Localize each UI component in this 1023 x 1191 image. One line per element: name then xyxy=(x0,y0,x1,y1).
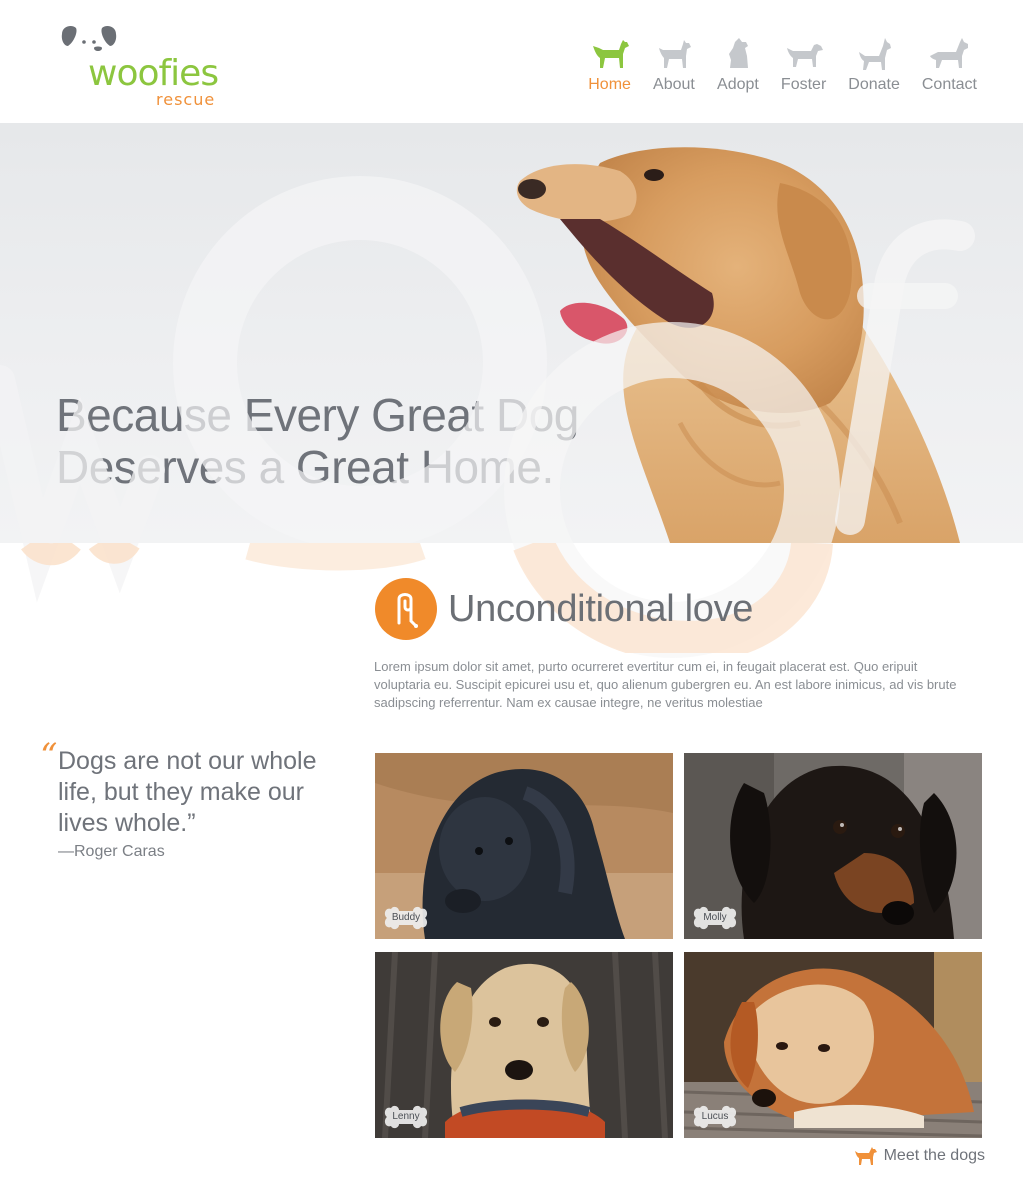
leash-icon xyxy=(375,578,437,640)
logo[interactable]: woofies rescue xyxy=(56,22,226,112)
nav-item-contact[interactable]: Contact xyxy=(922,34,977,94)
nav-item-adopt[interactable]: Adopt xyxy=(717,34,759,94)
nav-label: Home xyxy=(588,76,631,93)
main-nav: Home About Adopt Foster Donate Contact xyxy=(566,34,977,94)
dog-standing-icon xyxy=(859,38,892,70)
name-tag: Lucus xyxy=(692,1104,738,1130)
dog-card-buddy[interactable]: Buddy xyxy=(375,753,673,939)
nav-label: Adopt xyxy=(717,76,759,93)
section-body: Lorem ipsum dolor sit amet, purto ocurre… xyxy=(374,659,957,710)
hero-title-line1: Because Every Great Dog xyxy=(56,389,579,441)
hero-title: Because Every Great Dog Deserves a Great… xyxy=(56,389,616,493)
dog-name: Lenny xyxy=(392,1111,420,1122)
section-title: Unconditional love xyxy=(448,588,754,630)
quote-mark: “ xyxy=(40,736,58,776)
dog-sitting-icon xyxy=(728,38,748,68)
meet-the-dogs-link[interactable]: Meet the dogs xyxy=(854,1145,985,1167)
hero-title-line2: Deserves a Great Home. xyxy=(56,441,554,493)
quote-text: Dogs are not our whole life, but they ma… xyxy=(58,747,317,837)
dog-standing-icon xyxy=(592,40,629,68)
nav-label: Foster xyxy=(780,76,827,93)
name-tag: Buddy xyxy=(383,905,429,931)
nav-label: Donate xyxy=(848,76,900,93)
name-tag: Molly xyxy=(692,905,738,931)
dog-name: Buddy xyxy=(391,912,421,923)
nav-item-donate[interactable]: Donate xyxy=(848,34,900,94)
logo-wordmark: woofies xyxy=(88,53,219,94)
dog-card-lenny[interactable]: Lenny xyxy=(375,952,673,1138)
nav-item-about[interactable]: About xyxy=(653,34,695,94)
dog-name: Molly xyxy=(703,912,727,923)
dog-card-molly[interactable]: Molly xyxy=(684,753,982,939)
dog-standing-icon xyxy=(930,38,969,68)
meet-the-dogs-label: Meet the dogs xyxy=(883,1147,985,1164)
dog-standing-icon xyxy=(786,44,823,67)
hero-banner: Because Every Great Dog Deserves a Great… xyxy=(0,123,1023,543)
nav-label: Contact xyxy=(921,76,977,93)
nav-item-foster[interactable]: Foster xyxy=(781,34,826,94)
dog-standing-icon xyxy=(854,1147,877,1165)
dog-standing-icon xyxy=(658,40,691,68)
logo-tagline: rescue xyxy=(156,90,216,109)
name-tag: Lenny xyxy=(383,1104,429,1130)
nav-label: About xyxy=(653,76,695,93)
site-header: woofies rescue Home About Adopt Foster D… xyxy=(0,0,1023,123)
dog-card-lucus[interactable]: Lucus xyxy=(684,952,982,1138)
nav-item-home[interactable]: Home xyxy=(588,34,631,94)
dog-name: Lucus xyxy=(701,1111,729,1122)
quote-author: —Roger Caras xyxy=(58,843,165,860)
